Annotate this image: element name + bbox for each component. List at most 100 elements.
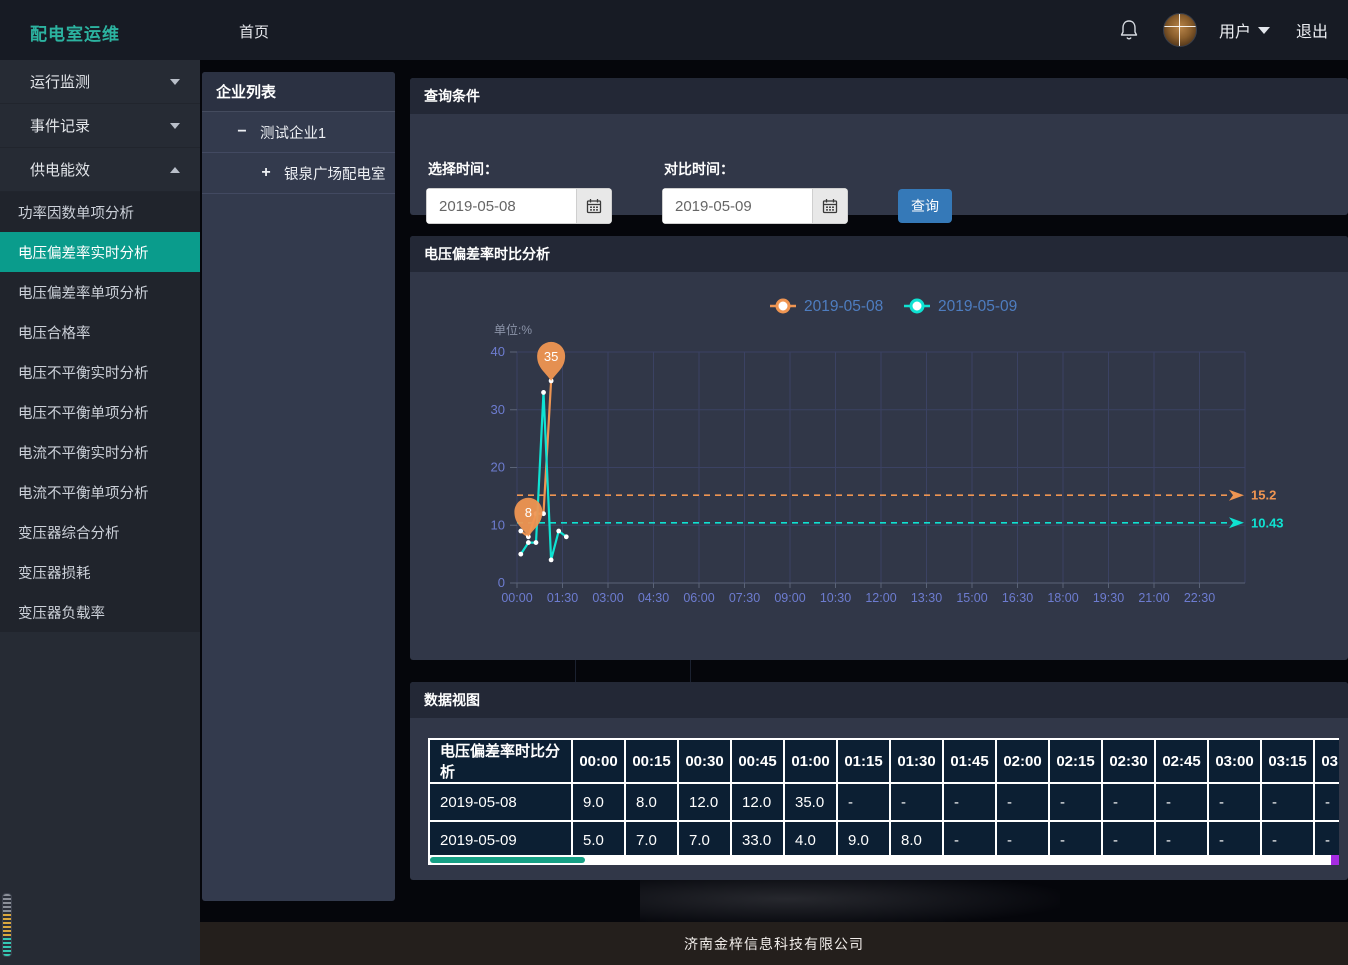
table-cell: 12.0 xyxy=(678,783,731,821)
sidebar-section-运行监测[interactable]: 运行监测 xyxy=(0,60,200,104)
select-date-input[interactable] xyxy=(426,188,576,224)
avg-line-arrow-icon xyxy=(1229,517,1244,528)
x-axis-tick-label: 13:30 xyxy=(911,591,942,605)
table-header-time: 02:15 xyxy=(1049,739,1102,783)
sidebar-item-电压偏差率实时分析[interactable]: 电压偏差率实时分析 xyxy=(0,232,200,272)
scrollbar-end-marker xyxy=(1331,855,1339,865)
chart-area: 01020304000:0001:3003:0004:3006:0007:300… xyxy=(410,272,1348,660)
mini-scrollbar[interactable] xyxy=(2,893,12,957)
table-cell: - xyxy=(996,783,1049,821)
query-panel-title: 查询条件 xyxy=(410,78,1348,114)
sidebar-item-功率因数单项分析[interactable]: 功率因数单项分析 xyxy=(0,192,200,232)
legend-marker-icon xyxy=(911,300,923,312)
sidebar-item-变压器损耗[interactable]: 变压器损耗 xyxy=(0,552,200,592)
table-horizontal-scrollbar[interactable] xyxy=(428,855,1339,865)
table-header-time: 02:00 xyxy=(996,739,1049,783)
enterprise-list-title: 企业列表 xyxy=(202,72,395,112)
y-axis-tick-label: 40 xyxy=(491,344,505,359)
x-axis-tick-label: 19:30 xyxy=(1093,591,1124,605)
data-point xyxy=(564,534,569,539)
sidebar-item-变压器综合分析[interactable]: 变压器综合分析 xyxy=(0,512,200,552)
x-axis-tick-label: 03:00 xyxy=(592,591,623,605)
table-cell: - xyxy=(1155,783,1208,821)
table-cell: - xyxy=(943,821,996,859)
sidebar-section-label: 运行监测 xyxy=(30,71,90,92)
legend-label: 2019-05-09 xyxy=(938,298,1017,315)
table-cell: - xyxy=(1314,783,1339,821)
mark-point-value: 8 xyxy=(525,505,532,520)
table-header-time: 01:15 xyxy=(837,739,890,783)
tree-node-测试企业1[interactable]: −测试企业1 xyxy=(202,112,395,153)
table-cell: - xyxy=(943,783,996,821)
sidebar-section-事件记录[interactable]: 事件记录 xyxy=(0,104,200,148)
compare-date-calendar-icon[interactable] xyxy=(812,188,848,224)
table-cell: - xyxy=(1208,783,1261,821)
table-cell: - xyxy=(1102,783,1155,821)
collapse-icon[interactable]: − xyxy=(234,123,250,141)
table-cell: - xyxy=(1261,783,1314,821)
expand-icon[interactable]: + xyxy=(258,164,274,182)
table-cell: 9.0 xyxy=(837,821,890,859)
mini-scrollbar-segment xyxy=(3,894,11,914)
user-menu[interactable]: 用户 xyxy=(1219,18,1270,42)
y-axis-tick-label: 30 xyxy=(491,402,505,417)
scrollbar-thumb[interactable] xyxy=(430,857,585,863)
logout-button[interactable]: 退出 xyxy=(1296,18,1328,42)
select-date-calendar-icon[interactable] xyxy=(576,188,612,224)
table-header-metric: 电压偏差率时比分析 xyxy=(429,739,572,783)
x-axis-tick-label: 12:00 xyxy=(865,591,896,605)
data-point xyxy=(549,558,554,563)
compare-date-input[interactable] xyxy=(662,188,812,224)
data-point xyxy=(556,529,561,534)
user-menu-label: 用户 xyxy=(1219,18,1251,42)
table-cell: 8.0 xyxy=(890,821,943,859)
sidebar-item-变压器负载率[interactable]: 变压器负载率 xyxy=(0,592,200,632)
table-row: 2019-05-089.08.012.012.035.0---------- xyxy=(429,783,1339,821)
avg-line-value: 15.2 xyxy=(1251,488,1276,503)
background-photo-highlight xyxy=(640,872,1060,926)
search-button[interactable]: 查询 xyxy=(898,189,952,223)
legend-item-2019-05-09[interactable]: 2019-05-09 xyxy=(904,298,1017,315)
row-date-label: 2019-05-09 xyxy=(429,821,572,859)
nav-home[interactable]: 首页 xyxy=(239,21,269,42)
enterprise-tree: −测试企业1 + 银泉广场配电室 xyxy=(202,112,395,194)
app-root: 配电室运维 首页 用户 退出 运行监测事件记录供电能效 功率因数单项分析电压偏差… xyxy=(0,0,1348,965)
sidebar-item-电流不平衡实时分析[interactable]: 电流不平衡实时分析 xyxy=(0,432,200,472)
sidebar-item-电流不平衡单项分析[interactable]: 电流不平衡单项分析 xyxy=(0,472,200,512)
sidebar-submenu: 功率因数单项分析电压偏差率实时分析电压偏差率单项分析电压合格率电压不平衡实时分析… xyxy=(0,192,200,632)
table-header-time: 03:15 xyxy=(1261,739,1314,783)
tree-node-银泉广场配电室[interactable]: + 银泉广场配电室 xyxy=(202,153,395,194)
data-point xyxy=(518,552,523,557)
data-view-title: 数据视图 xyxy=(410,682,1348,718)
legend-label: 2019-05-08 xyxy=(804,298,883,315)
user-avatar[interactable] xyxy=(1163,13,1197,47)
data-view-panel: 数据视图 电压偏差率时比分析00:0000:1500:3000:4501:000… xyxy=(410,682,1348,880)
table-cell: 7.0 xyxy=(678,821,731,859)
sidebar-item-电压偏差率单项分析[interactable]: 电压偏差率单项分析 xyxy=(0,272,200,312)
x-axis-tick-label: 09:00 xyxy=(774,591,805,605)
data-point xyxy=(526,540,531,545)
select-time-label: 选择时间： xyxy=(428,159,498,179)
x-axis-tick-label: 18:00 xyxy=(1047,591,1078,605)
notification-bell-icon[interactable] xyxy=(1119,18,1141,42)
data-table-viewport: 电压偏差率时比分析00:0000:1500:3000:4501:0001:150… xyxy=(428,738,1339,860)
sidebar-item-电压不平衡单项分析[interactable]: 电压不平衡单项分析 xyxy=(0,392,200,432)
x-axis-tick-label: 01:30 xyxy=(547,591,578,605)
table-cell: 7.0 xyxy=(625,821,678,859)
mark-point-value: 35 xyxy=(544,349,558,364)
table-cell: - xyxy=(1314,821,1339,859)
chevron-down-icon xyxy=(170,79,180,85)
table-cell: - xyxy=(1155,821,1208,859)
sidebar-section-供电能效[interactable]: 供电能效 xyxy=(0,148,200,192)
footer: 济南金梓信息科技有限公司 xyxy=(200,922,1348,965)
tree-node-label: 银泉广场配电室 xyxy=(284,163,386,184)
sidebar-item-电压不平衡实时分析[interactable]: 电压不平衡实时分析 xyxy=(0,352,200,392)
table-cell: - xyxy=(1261,821,1314,859)
voltage-deviation-comparison-chart: 01020304000:0001:3003:0004:3006:0007:300… xyxy=(410,272,1348,660)
table-header-time: 02:30 xyxy=(1102,739,1155,783)
sidebar-item-电压合格率[interactable]: 电压合格率 xyxy=(0,312,200,352)
x-axis-tick-label: 00:00 xyxy=(501,591,532,605)
data-point xyxy=(534,540,539,545)
legend-item-2019-05-08[interactable]: 2019-05-08 xyxy=(770,298,883,315)
chevron-up-icon xyxy=(170,167,180,173)
